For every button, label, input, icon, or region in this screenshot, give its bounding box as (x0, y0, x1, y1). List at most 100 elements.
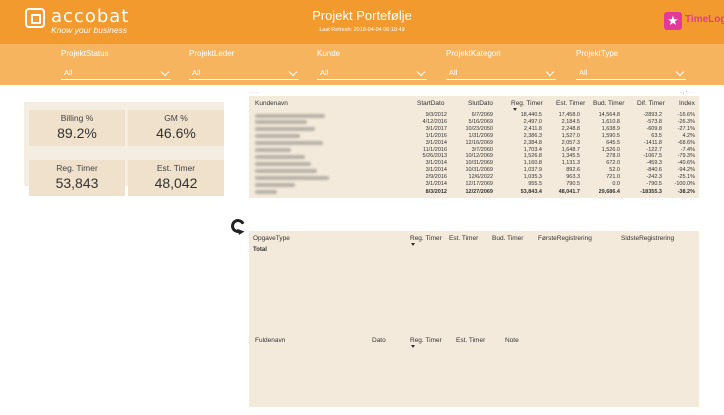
table-cell: 2,384.8 (523, 139, 542, 146)
customer-name-redacted (255, 120, 307, 125)
col-header-sidste-registrering[interactable]: SidsteRegistrering (621, 235, 674, 242)
table-cell: -2893.2 (643, 112, 662, 118)
table-cell: -79.3% (677, 153, 695, 160)
col-header-opgavetype[interactable]: OpgaveType (253, 235, 290, 242)
col-header-note[interactable]: Note (505, 337, 519, 344)
filter-dropdown[interactable]: All (189, 67, 299, 80)
col-header-reg-timer[interactable]: Reg. Timer (410, 337, 442, 344)
filter-label: ProjektKategori (446, 49, 501, 58)
kpi-value: 53,843 (55, 175, 99, 191)
customer-name-redacted (255, 134, 300, 139)
customer-name-redacted (255, 175, 329, 180)
kpi-value: 48,042 (154, 175, 198, 191)
report-page: accobat Know your business Projekt Porte… (0, 0, 724, 415)
table-cell: 5/16/2069 (468, 118, 493, 125)
table-cell: -26.3% (677, 118, 695, 125)
table-cell: 12/17/2069 (465, 181, 493, 187)
filter-value: All (192, 68, 201, 77)
table-cell: 1,590.5 (601, 132, 620, 139)
table-cell: 1,703.4 (523, 146, 542, 153)
customer-name-redacted (255, 113, 325, 118)
total-cell: 12/27/2069 (465, 188, 493, 195)
table-cell: -1067.5 (643, 153, 662, 160)
kpi-est-timer[interactable]: Est. Timer 48,042 (128, 160, 224, 196)
filter-projektkategori[interactable]: ProjektKategori All (446, 48, 556, 80)
table-cell: 2,411.8 (524, 125, 542, 132)
kpi-label: Est. Timer (156, 163, 196, 173)
chevron-down-icon (288, 67, 298, 77)
table-cell: 1,638.9 (601, 125, 620, 132)
filter-label: ProjektStatus (61, 49, 109, 58)
chevron-down-icon (545, 67, 555, 77)
customer-name-redacted (255, 182, 295, 187)
col-header-startdato[interactable]: StartDato (417, 100, 444, 107)
kpi-panel: Billing % 89.2% GM % 46.6% Reg. Timer 53… (24, 102, 224, 196)
header-bar: accobat Know your business Projekt Porte… (0, 0, 724, 44)
filter-dropdown[interactable]: All (446, 67, 556, 80)
col-header-est-timer[interactable]: Est. Timer (449, 235, 478, 242)
table-cell: 1,526.8 (523, 153, 542, 160)
col-header-reg-timer[interactable]: Reg. Timer (511, 100, 543, 107)
filter-projektleder[interactable]: ProjektLeder All (189, 48, 299, 80)
filter-dropdown[interactable]: All (317, 67, 427, 80)
table-cell: 1,037.9 (523, 167, 542, 174)
table-cell: 3/1/2014 (425, 167, 447, 174)
total-cell: 48,041.7 (558, 188, 580, 195)
page-title: Projekt Portefølje (312, 8, 412, 23)
total-cell: 8/3/2012 (425, 188, 447, 195)
last-refresh: Last Refresh: 2018-04-04 06:18:49 (319, 27, 405, 33)
table-cell: 52.0 (609, 167, 620, 174)
table-cell: 2,184.5 (561, 118, 580, 125)
timelog-star-icon: ★ (664, 12, 682, 30)
col-header-est-timer[interactable]: Est. Timer (456, 337, 485, 344)
total-label: Total (253, 247, 267, 253)
table-cell: -7.4% (680, 146, 695, 153)
kpi-gm[interactable]: GM % 46.6% (128, 110, 224, 146)
filter-projekttype[interactable]: ProjektType All (576, 48, 686, 80)
table-cell: -459.3 (646, 160, 662, 167)
filter-dropdown[interactable]: All (61, 67, 171, 80)
filter-kunde[interactable]: Kunde All (317, 48, 427, 80)
chevron-down-icon (675, 67, 685, 77)
table-cell: 18,440.5 (520, 112, 542, 118)
drill-back-arrow-icon[interactable] (229, 217, 247, 235)
filter-bar: ProjektStatus All ProjektLeder All Kunde… (0, 44, 724, 85)
table-cell: 10/23/2050 (465, 125, 493, 132)
kpi-label: Reg. Timer (56, 163, 98, 173)
kpi-billing[interactable]: Billing % 89.2% (29, 110, 125, 146)
col-header-dato[interactable]: Dato (372, 337, 386, 344)
col-header-bud-timer[interactable]: Bud. Timer (492, 235, 523, 242)
col-header-forste-registrering[interactable]: FørsteRegistrering (538, 235, 592, 242)
total-cell: 29,686.4 (598, 188, 620, 195)
filter-dropdown[interactable]: All (576, 67, 686, 80)
customer-name-redacted (255, 141, 323, 146)
filter-projektstatus[interactable]: ProjektStatus All (61, 48, 171, 80)
sort-desc-icon (411, 243, 415, 246)
table-cell: -68.6% (677, 139, 695, 146)
col-header-fuldenavn[interactable]: Fuldenavn (255, 337, 285, 344)
table-cell: 3/1/2014 (425, 139, 447, 146)
table-cell: -242.3 (646, 174, 662, 181)
col-header-dif-timer[interactable]: Dif. Timer (637, 100, 665, 107)
col-header-est-timer[interactable]: Est. Timer (556, 100, 585, 107)
table-cell: 9/3/2012 (425, 112, 447, 118)
filter-value: All (579, 68, 588, 77)
table-cell: 12/16/2069 (465, 139, 493, 146)
col-header-index[interactable]: Index (679, 100, 695, 107)
col-header-reg-timer[interactable]: Reg. Timer (410, 235, 442, 242)
table-cell: 0.0 (612, 181, 620, 187)
kpi-label: GM % (164, 113, 188, 123)
col-header-slutdato[interactable]: SlutDato (468, 100, 493, 107)
table-cell: -1411.8 (643, 139, 662, 146)
col-header-kundenavn[interactable]: Kundenavn (255, 100, 288, 107)
filter-label: ProjektLeder (189, 49, 235, 58)
table-cell: 721.0 (606, 174, 620, 181)
table-cell: 63.5 (651, 132, 662, 139)
table-cell: 1,160.8 (523, 160, 542, 167)
table-cell: 4.2% (682, 132, 695, 139)
filter-label: ProjektType (576, 49, 619, 58)
col-header-bud-timer[interactable]: Bud. Timer (593, 100, 624, 107)
table-cell: -122.7 (646, 146, 662, 153)
kpi-reg-timer[interactable]: Reg. Timer 53,843 (29, 160, 125, 196)
table-cell: -16.6% (677, 112, 695, 118)
